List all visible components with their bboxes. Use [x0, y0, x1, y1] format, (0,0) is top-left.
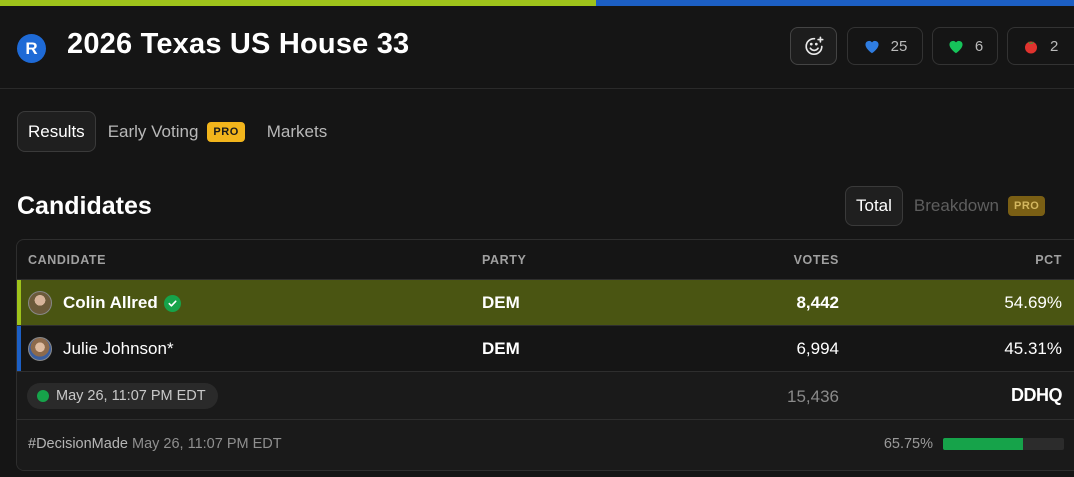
tomato-icon	[1025, 41, 1037, 54]
reporting-progress-bar	[943, 438, 1064, 450]
column-votes: VOTES	[793, 253, 839, 267]
candidate-pct: 54.69%	[1004, 293, 1062, 312]
ddhq-logo: DDHQ	[1011, 385, 1063, 406]
tab-results[interactable]: Results	[17, 111, 96, 152]
tab-early-voting[interactable]: Early Voting PRO	[108, 111, 245, 152]
race-header: R 2026 Texas US House 33 25 6 2	[0, 6, 1074, 89]
page-title: 2026 Texas US House 33	[67, 28, 410, 60]
total-votes: 15,436	[787, 387, 839, 406]
blue-heart-icon	[865, 40, 879, 54]
add-reaction-button[interactable]	[790, 27, 837, 65]
green-heart-icon	[949, 40, 963, 54]
reaction-count: 25	[890, 37, 908, 55]
column-party: PARTY	[482, 253, 527, 267]
party-badge: R	[17, 34, 46, 63]
update-time-badge: May 26, 11:07 PM EDT	[27, 383, 218, 409]
reporting-percent: 65.75%	[883, 436, 933, 452]
candidate-votes: 6,994	[796, 339, 839, 358]
pro-badge: PRO	[1007, 196, 1046, 216]
reaction-tomato-button[interactable]: 2	[1007, 27, 1074, 65]
reaction-count: 6	[974, 37, 984, 55]
toggle-breakdown-label: Breakdown	[913, 196, 999, 215]
avatar	[28, 337, 52, 361]
avatar	[28, 291, 52, 315]
candidate-name-text: Julie Johnson*	[63, 339, 174, 358]
table-row[interactable]: Colin Allred DEM 8,442 54.69%	[17, 280, 1074, 326]
ddhq-logo-text: DDHQ	[1011, 385, 1063, 405]
reaction-blue-heart-button[interactable]: 25	[847, 27, 923, 65]
candidate-votes: 8,442	[796, 293, 839, 312]
smiley-add-icon	[804, 36, 824, 56]
reaction-count: 2	[1050, 37, 1059, 55]
column-candidate: CANDIDATE	[28, 253, 107, 267]
toggle-total[interactable]: Total	[845, 186, 903, 226]
view-tabs: Results Early Voting PRO Markets	[17, 111, 327, 152]
update-time: May 26, 11:07 PM EDT	[56, 388, 206, 404]
reaction-green-heart-button[interactable]: 6	[932, 27, 998, 65]
candidate-name: Colin Allred	[63, 293, 181, 313]
candidate-party: DEM	[482, 293, 520, 312]
decision-time: May 26, 11:07 PM EDT	[131, 436, 282, 452]
reporting-progress-fill	[943, 438, 1023, 450]
table-row[interactable]: Julie Johnson* DEM 6,994 45.31%	[17, 326, 1074, 372]
tab-early-voting-label: Early Voting	[107, 121, 199, 141]
table-header: CANDIDATE PARTY VOTES PCT	[17, 240, 1074, 280]
column-pct: PCT	[1035, 253, 1062, 267]
section-title: Candidates	[17, 192, 152, 220]
results-view-toggle: Total Breakdown PRO	[845, 186, 1046, 226]
live-status-dot-icon	[37, 390, 49, 402]
tab-markets[interactable]: Markets	[267, 111, 327, 152]
candidate-name-text: Colin Allred	[63, 293, 158, 312]
toggle-breakdown[interactable]: Breakdown PRO	[913, 196, 1046, 216]
decision-footer: #DecisionMade May 26, 11:07 PM EDT 65.75…	[17, 420, 1074, 470]
candidate-name: Julie Johnson*	[63, 339, 174, 359]
candidate-party: DEM	[482, 339, 520, 358]
decision-note: #DecisionMade May 26, 11:07 PM EDT	[28, 436, 282, 452]
candidates-table: CANDIDATE PARTY VOTES PCT Colin Allred D…	[16, 239, 1074, 471]
candidate-pct: 45.31%	[1004, 339, 1062, 358]
pro-badge: PRO	[207, 121, 245, 142]
decision-tag: #DecisionMade	[28, 436, 128, 452]
winner-check-icon	[163, 294, 181, 312]
totals-row: May 26, 11:07 PM EDT 15,436 DDHQ	[17, 372, 1074, 420]
